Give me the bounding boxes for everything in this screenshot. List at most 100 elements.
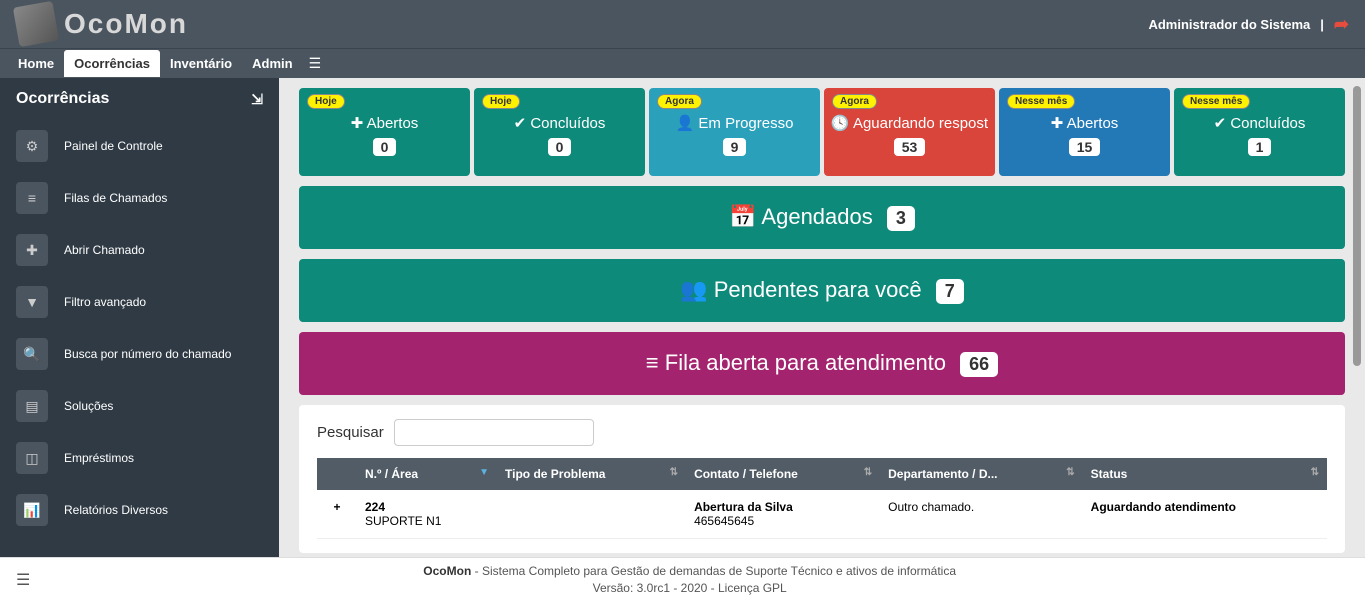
- nav-ocorrencias[interactable]: Ocorrências: [64, 50, 160, 77]
- stat-tag: Agora: [657, 94, 702, 109]
- stats-row: Hoje ✚ Abertos 0 Hoje ✔ Concluídos 0 Ago…: [299, 88, 1345, 176]
- nav-menu-icon[interactable]: ☰: [309, 55, 322, 72]
- scrollbar[interactable]: [1353, 86, 1361, 366]
- stat-tag: Nesse mês: [1182, 94, 1250, 109]
- banner-pendentes[interactable]: 👥 Pendentes para você 7: [299, 259, 1345, 322]
- stat-value: 0: [548, 138, 572, 156]
- logo[interactable]: OcoMon: [16, 4, 188, 44]
- user-label: Administrador do Sistema: [1148, 17, 1310, 32]
- stat-card-concluidos-hoje[interactable]: Hoje ✔ Concluídos 0: [474, 88, 645, 176]
- sidebar-item-filas[interactable]: ≡ Filas de Chamados: [0, 172, 279, 224]
- sidebar-item-filtro[interactable]: ▼ Filtro avançado: [0, 276, 279, 328]
- stat-value: 9: [723, 138, 747, 156]
- stat-value: 0: [373, 138, 397, 156]
- banner-count: 7: [936, 279, 964, 304]
- logo-text: OcoMon: [64, 8, 188, 40]
- plus-icon: ✚: [16, 234, 48, 266]
- sort-icon: ⇅: [864, 467, 872, 478]
- sidebar-item-painel[interactable]: ⚙ Painel de Controle: [0, 120, 279, 172]
- nav-inventario[interactable]: Inventário: [160, 50, 242, 77]
- user-area: Administrador do Sistema | ➦: [1148, 14, 1349, 35]
- sidebar-item-relatorios[interactable]: 📊 Relatórios Diversos: [0, 484, 279, 536]
- stat-title: ✚ Abertos: [1003, 114, 1166, 132]
- stat-card-aguardando[interactable]: Agora 🕓 Aguardando respost 53: [824, 88, 995, 176]
- nav-home[interactable]: Home: [8, 50, 64, 77]
- stat-card-abertos-mes[interactable]: Nesse mês ✚ Abertos 15: [999, 88, 1170, 176]
- stat-title: 🕓 Aguardando respost: [828, 114, 991, 132]
- nav-admin[interactable]: Admin: [242, 50, 302, 77]
- users-icon: 👥: [680, 277, 707, 302]
- cell-num-area: 224 SUPORTE N1: [357, 490, 497, 539]
- sidebar-item-emprestimos[interactable]: ◫ Empréstimos: [0, 432, 279, 484]
- sidebar-item-label: Empréstimos: [64, 451, 134, 465]
- search-icon: 🔍: [16, 338, 48, 370]
- banner-count: 3: [887, 206, 915, 231]
- sidebar-item-busca[interactable]: 🔍 Busca por número do chamado: [0, 328, 279, 380]
- sort-icon: ⇅: [670, 467, 678, 478]
- stat-tag: Hoje: [307, 94, 345, 109]
- banner-agendados[interactable]: 📅 Agendados 3: [299, 186, 1345, 249]
- footer-product: OcoMon: [423, 564, 471, 578]
- stat-card-abertos-hoje[interactable]: Hoje ✚ Abertos 0: [299, 88, 470, 176]
- table-row[interactable]: + 224 SUPORTE N1 Abertura da Silva 46564…: [317, 490, 1327, 539]
- stat-card-progresso[interactable]: Agora 👤 Em Progresso 9: [649, 88, 820, 176]
- collapse-icon[interactable]: ⇲: [251, 91, 263, 108]
- logout-icon[interactable]: ➦: [1334, 14, 1349, 35]
- cell-tipo: [497, 490, 686, 539]
- footer-text: OcoMon - Sistema Completo para Gestão de…: [30, 563, 1349, 597]
- col-contato[interactable]: Contato / Telefone⇅: [686, 458, 880, 490]
- sidebar-item-label: Relatórios Diversos: [64, 503, 168, 517]
- sort-icon: ⇅: [1311, 467, 1319, 478]
- sidebar-item-label: Filtro avançado: [64, 295, 146, 309]
- filter-icon: ▼: [16, 286, 48, 318]
- table-section: Pesquisar N.º / Área▼ Tipo de Problema⇅ …: [299, 405, 1345, 553]
- data-table: N.º / Área▼ Tipo de Problema⇅ Contato / …: [317, 458, 1327, 539]
- footer-line2: Versão: 3.0rc1 - 2020 - Licença GPL: [593, 581, 787, 595]
- dashboard-icon: ⚙: [16, 130, 48, 162]
- stat-title: ✔ Concluídos: [1178, 114, 1341, 132]
- stat-value: 15: [1069, 138, 1101, 156]
- stat-title: ✔ Concluídos: [478, 114, 641, 132]
- search-label: Pesquisar: [317, 424, 384, 441]
- banner-count: 66: [960, 352, 998, 377]
- nav-bar: Home Ocorrências Inventário Admin ☰: [0, 48, 1365, 78]
- loans-icon: ◫: [16, 442, 48, 474]
- row-num: 224: [365, 500, 489, 514]
- sidebar-item-label: Busca por número do chamado: [64, 347, 231, 361]
- cell-contato: Abertura da Silva 465645645: [686, 490, 880, 539]
- stat-tag: Agora: [832, 94, 877, 109]
- sidebar-header: Ocorrências ⇲: [0, 78, 279, 120]
- col-tipo[interactable]: Tipo de Problema⇅: [497, 458, 686, 490]
- sort-icon: ⇅: [1066, 467, 1074, 478]
- list-icon: ≡: [646, 350, 659, 375]
- search-input[interactable]: [394, 419, 594, 446]
- cell-departamento: Outro chamado.: [880, 490, 1083, 539]
- stat-tag: Nesse mês: [1007, 94, 1075, 109]
- sidebar-item-abrir[interactable]: ✚ Abrir Chamado: [0, 224, 279, 276]
- col-status[interactable]: Status⇅: [1083, 458, 1327, 490]
- list-icon: ≡: [16, 182, 48, 214]
- banner-label: Fila aberta para atendimento: [665, 350, 946, 375]
- stat-card-concluidos-mes[interactable]: Nesse mês ✔ Concluídos 1: [1174, 88, 1345, 176]
- stat-value: 53: [894, 138, 926, 156]
- footer-menu-icon[interactable]: ☰: [16, 570, 30, 590]
- banner-fila[interactable]: ≡ Fila aberta para atendimento 66: [299, 332, 1345, 395]
- banner-label: Agendados: [761, 204, 872, 229]
- col-departamento[interactable]: Departamento / D...⇅: [880, 458, 1083, 490]
- footer-line1: Sistema Completo para Gestão de demandas…: [482, 564, 956, 578]
- top-header: OcoMon Administrador do Sistema | ➦: [0, 0, 1365, 48]
- stat-title: ✚ Abertos: [303, 114, 466, 132]
- sort-icon: ▼: [479, 467, 489, 478]
- expand-button[interactable]: +: [317, 490, 357, 539]
- contato-nome: Abertura da Silva: [694, 500, 872, 514]
- search-row: Pesquisar: [317, 419, 1327, 446]
- footer: ☰ OcoMon - Sistema Completo para Gestão …: [0, 557, 1365, 601]
- sidebar: Ocorrências ⇲ ⚙ Painel de Controle ≡ Fil…: [0, 78, 279, 557]
- contato-tel: 465645645: [694, 514, 872, 528]
- table-header-row: N.º / Área▼ Tipo de Problema⇅ Contato / …: [317, 458, 1327, 490]
- col-num-area[interactable]: N.º / Área▼: [357, 458, 497, 490]
- sidebar-item-solucoes[interactable]: ▤ Soluções: [0, 380, 279, 432]
- sidebar-item-label: Abrir Chamado: [64, 243, 145, 257]
- divider: |: [1320, 17, 1324, 32]
- sidebar-title: Ocorrências: [16, 90, 109, 108]
